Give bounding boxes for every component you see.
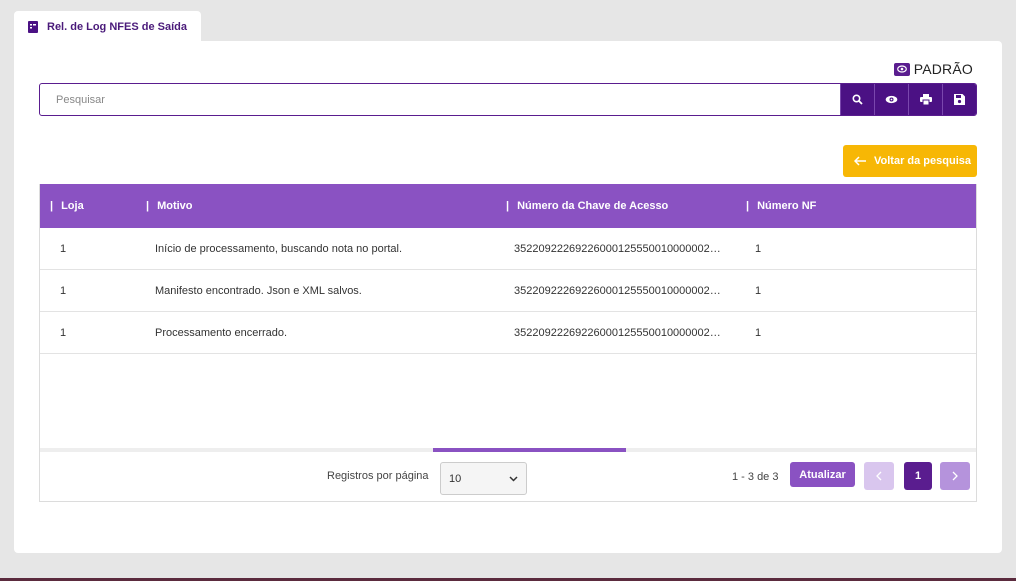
print-button[interactable]: [908, 84, 942, 115]
column-label: Número NF: [757, 200, 817, 212]
cell-numero-nf: 1: [755, 326, 762, 339]
records-per-page-select[interactable]: 10: [440, 462, 527, 495]
chevron-right-icon: [952, 471, 958, 481]
tab-label: Rel. de Log NFES de Saída: [47, 20, 187, 33]
cell-loja: 1: [60, 326, 67, 339]
records-per-page-value: 10: [449, 472, 462, 485]
cell-motivo: Manifesto encontrado. Json e XML salvos.: [155, 284, 362, 297]
cell-loja: 1: [60, 284, 67, 297]
document-icon: [28, 20, 38, 33]
records-range: 1 - 3 de 3: [732, 471, 779, 483]
arrow-left-icon: [854, 156, 866, 166]
tab-rel-log-nfes[interactable]: Rel. de Log NFES de Saída: [14, 11, 201, 42]
eye-icon: [893, 62, 910, 76]
cell-loja: 1: [60, 242, 67, 255]
column-label: Loja: [61, 200, 84, 212]
save-icon: [954, 94, 965, 105]
chevron-left-icon: [876, 471, 882, 481]
cell-motivo: Início de processamento, buscando nota n…: [155, 242, 403, 255]
view-button[interactable]: [874, 84, 908, 115]
view-selector[interactable]: PADRÃO: [893, 61, 973, 77]
results-grid: | Loja | Motivo | Número da Chave de Acesso…: [39, 184, 977, 502]
page-number-button[interactable]: 1: [904, 462, 932, 490]
refresh-button[interactable]: Atualizar: [790, 462, 855, 487]
column-label: Motivo: [157, 200, 193, 212]
save-button[interactable]: [942, 84, 976, 115]
table-row[interactable]: 1 Início de processamento, buscando nota…: [40, 228, 976, 270]
search-bar: [39, 83, 977, 116]
view-label: PADRÃO: [913, 61, 973, 77]
eye-icon: [885, 95, 898, 104]
cell-numero-nf: 1: [755, 284, 762, 297]
column-header-chave[interactable]: | Número da Chave de Acesso: [506, 184, 668, 228]
search-button[interactable]: [840, 84, 874, 115]
search-icon: [852, 94, 863, 105]
grid-footer: Registros por página 10 1 - 3 de 3 Atual…: [40, 452, 976, 501]
cell-chave: 35220922269226000125550010000002…: [514, 242, 721, 255]
back-button-label: Voltar da pesquisa: [874, 155, 971, 167]
next-page-button[interactable]: [940, 462, 970, 490]
column-header-numero-nf[interactable]: | Número NF: [746, 184, 816, 228]
cell-motivo: Processamento encerrado.: [155, 326, 288, 339]
search-input[interactable]: [40, 84, 840, 115]
table-row[interactable]: 1 Manifesto encontrado. Json e XML salvo…: [40, 270, 976, 312]
cell-chave: 35220922269226000125550010000002…: [514, 326, 721, 339]
grid-header: | Loja | Motivo | Número da Chave de Acesso…: [40, 184, 976, 228]
chevron-down-icon: [509, 475, 518, 482]
previous-page-button[interactable]: [864, 462, 894, 490]
records-per-page-label: Registros por página: [327, 470, 429, 482]
cell-chave: 35220922269226000125550010000002…: [514, 284, 721, 297]
back-to-search-button[interactable]: Voltar da pesquisa: [843, 145, 977, 177]
column-header-loja[interactable]: | Loja: [50, 184, 84, 228]
print-icon: [919, 94, 932, 105]
cell-numero-nf: 1: [755, 242, 762, 255]
main-panel: PADRÃO Voltar da pesquisa |Loja |Motivo …: [14, 41, 1002, 553]
column-header-motivo[interactable]: | Motivo: [146, 184, 193, 228]
table-row[interactable]: 1 Processamento encerrado. 3522092226922…: [40, 312, 976, 354]
column-label: Número da Chave de Acesso: [517, 200, 669, 212]
